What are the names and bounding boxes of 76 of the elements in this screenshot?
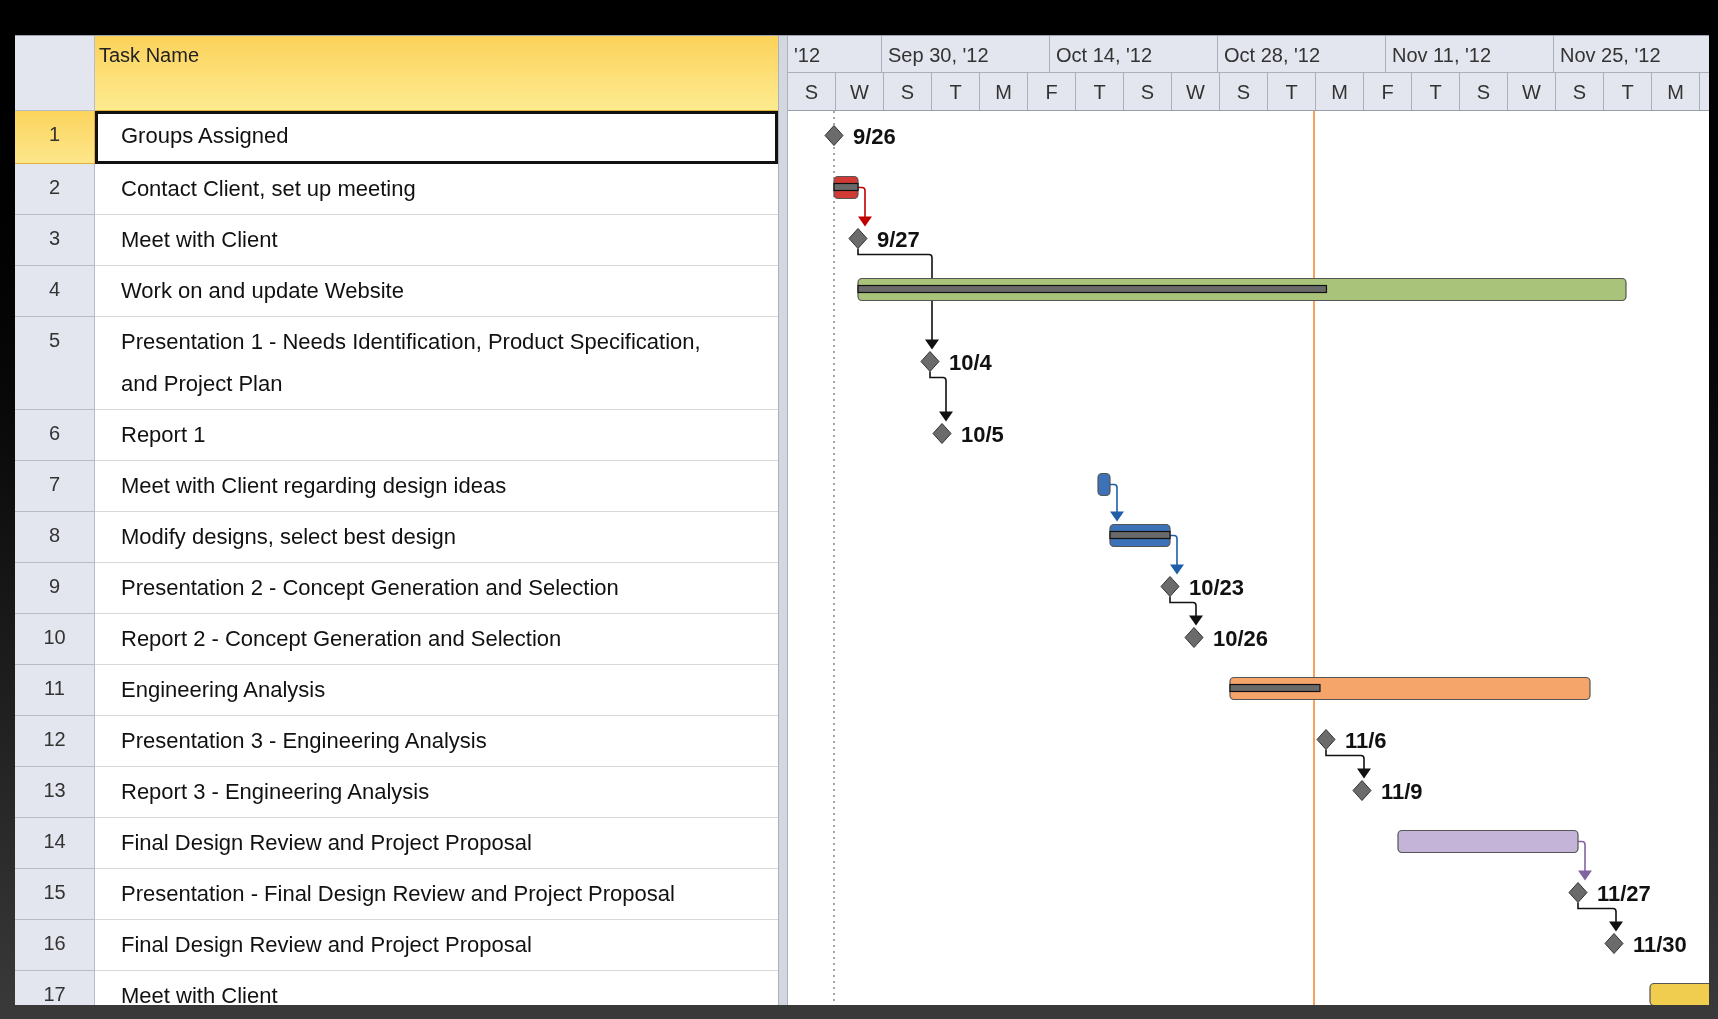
task-bar[interactable] (1097, 472, 1111, 497)
row-number[interactable]: 7 (15, 461, 95, 512)
timescale-day-label: W (1508, 73, 1556, 110)
milestone-date-label: 10/26 (1213, 625, 1269, 651)
timescale-week-label: Nov 11, '12 (1386, 36, 1554, 72)
task-name-cell[interactable]: Groups Assigned (95, 111, 778, 164)
timescale-day-label: S (1220, 73, 1268, 110)
row-number[interactable]: 12 (15, 716, 95, 767)
timescale-day-label: S (1460, 73, 1508, 110)
timescale-day-label: S (1124, 73, 1172, 110)
timescale-day-label: W (1172, 73, 1220, 110)
milestone-diamond-icon[interactable] (1316, 729, 1336, 750)
row-number[interactable]: 2 (15, 164, 95, 215)
milestone-date-label: 11/6 (1345, 727, 1387, 753)
milestone-date-label: 11/9 (1381, 778, 1423, 804)
timescale-day-label: T (1076, 73, 1124, 110)
timescale-day-label: S (884, 73, 932, 110)
milestone-diamond-icon[interactable] (1568, 882, 1588, 903)
milestone-diamond-icon[interactable] (848, 228, 868, 249)
timescale-day-label: M (1316, 73, 1364, 110)
row-number[interactable]: 4 (15, 266, 95, 317)
task-bar[interactable] (1229, 676, 1591, 701)
timescale-week-label: '12 (788, 36, 882, 72)
timescale-week-label: Nov 25, '12 (1554, 36, 1709, 72)
task-bar[interactable] (1649, 982, 1709, 1005)
row-number[interactable]: 15 (15, 869, 95, 920)
timescale-week-label: Oct 28, '12 (1218, 36, 1386, 72)
dependency-arrow (1109, 483, 1124, 522)
dependency-arrow (857, 186, 872, 227)
timescale-day-label: M (980, 73, 1028, 110)
timescale-week-label: Sep 30, '12 (882, 36, 1050, 72)
timescale-day-label: F (1364, 73, 1412, 110)
row-number[interactable]: 9 (15, 563, 95, 614)
milestone-diamond-icon[interactable] (1184, 627, 1204, 648)
row-number[interactable]: 16 (15, 920, 95, 971)
milestone-diamond-icon[interactable] (1604, 933, 1624, 954)
row-number[interactable]: 13 (15, 767, 95, 818)
dependency-arrow (1577, 840, 1592, 881)
row-number[interactable]: 14 (15, 818, 95, 869)
milestone-date-label: 10/5 (961, 421, 1004, 447)
dependency-arrow (1169, 595, 1203, 626)
timescale-day-label: T (1604, 73, 1652, 110)
timescale-day-label: S (1556, 73, 1604, 110)
row-number[interactable]: 6 (15, 410, 95, 461)
milestone-diamond-icon[interactable] (1160, 576, 1180, 597)
timescale-day-label: S (788, 73, 836, 110)
milestone-date-label: 11/30 (1633, 931, 1687, 957)
timescale-day-label: W (836, 73, 884, 110)
timescale-day-label: M (1652, 73, 1700, 110)
row-number[interactable]: 8 (15, 512, 95, 563)
milestone-diamond-icon[interactable] (1352, 780, 1372, 801)
milestone-date-label: 11/27 (1597, 880, 1651, 906)
timescale-day-label: T (932, 73, 980, 110)
dependency-arrow (1325, 748, 1371, 779)
dependency-arrow (929, 370, 953, 422)
row-number[interactable]: 10 (15, 614, 95, 665)
row-number[interactable]: 5 (15, 317, 95, 410)
task-bar[interactable] (1397, 829, 1579, 854)
column-header[interactable]: Task Name (95, 36, 778, 111)
row-number[interactable]: 17 (15, 971, 95, 1005)
milestone-diamond-icon[interactable] (920, 351, 940, 372)
milestone-diamond-icon[interactable] (932, 423, 952, 444)
milestone-diamond-icon[interactable] (824, 125, 844, 146)
timescale-day-label: T (1268, 73, 1316, 110)
timescale-day-label: T (1412, 73, 1460, 110)
row-number[interactable]: 3 (15, 215, 95, 266)
dependency-arrow (1169, 534, 1184, 575)
row-number[interactable]: 11 (15, 665, 95, 716)
milestone-date-label: 10/23 (1189, 574, 1245, 600)
row-number[interactable]: 1 (15, 111, 95, 164)
milestone-date-label: 9/27 (877, 226, 920, 252)
dependency-arrow (1577, 901, 1623, 932)
milestone-date-label: 9/26 (853, 123, 896, 149)
timescale-week-label: Oct 14, '12 (1050, 36, 1218, 72)
milestone-date-label: 10/4 (949, 349, 992, 375)
timescale-day-label: F (1028, 73, 1076, 110)
